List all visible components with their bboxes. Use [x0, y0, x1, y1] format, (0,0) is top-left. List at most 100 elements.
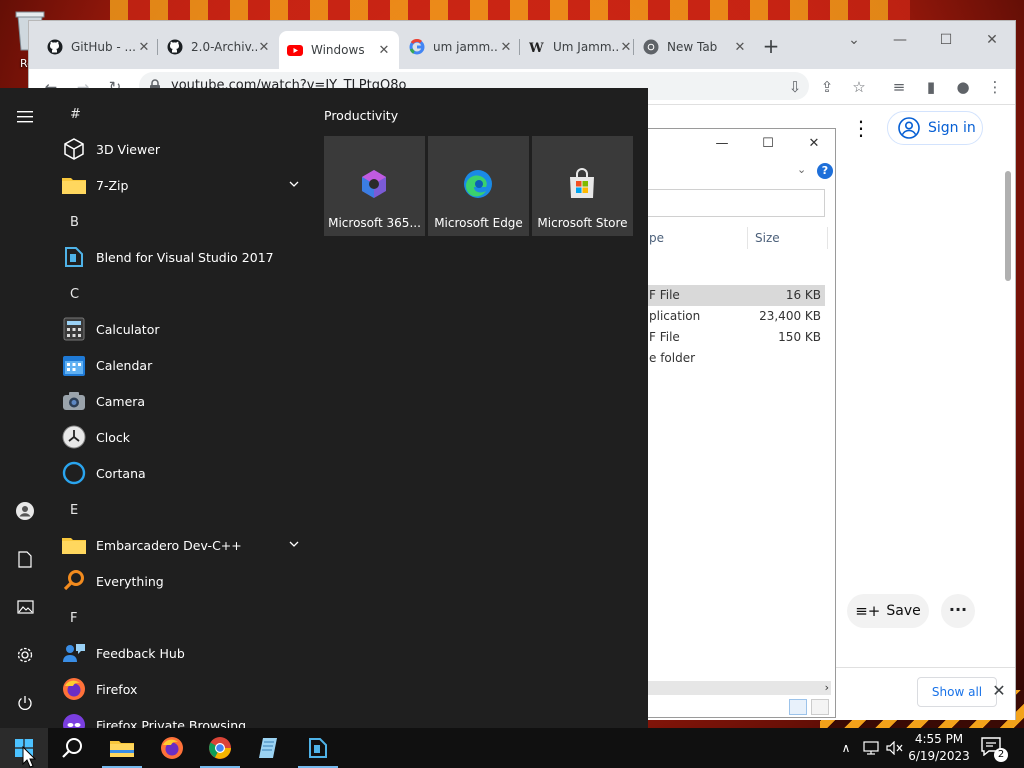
settings-gear-icon[interactable]	[10, 640, 40, 670]
page-scrollbar[interactable]	[1003, 121, 1013, 681]
new-tab-button[interactable]: +	[759, 35, 783, 59]
app-camera[interactable]: Camera	[60, 384, 314, 418]
letter-header[interactable]: #	[70, 104, 81, 126]
ribbon-expand-icon[interactable]: ⌄	[797, 163, 811, 177]
media-control-icon[interactable]: ≡	[887, 75, 911, 99]
details-view-icon[interactable]	[789, 699, 807, 715]
minimize-button[interactable]: —	[707, 133, 737, 155]
column-separator[interactable]	[827, 227, 828, 249]
github-icon	[167, 39, 183, 55]
download-icon[interactable]: ⇩	[783, 75, 807, 99]
close-download-bar-icon[interactable]: ✕	[989, 681, 1009, 701]
close-tab-icon[interactable]: ✕	[137, 40, 151, 55]
taskbar-chrome[interactable]	[196, 728, 244, 768]
profile-icon[interactable]: ●	[951, 75, 975, 99]
app-label: Firefox	[96, 681, 138, 697]
blend-icon	[60, 243, 88, 271]
app-firefox-private[interactable]: Firefox Private Browsing	[60, 708, 314, 728]
camera-icon	[60, 387, 88, 415]
taskbar-blend[interactable]	[294, 728, 342, 768]
system-clock[interactable]: 4:55 PM 6/19/2023	[904, 731, 974, 765]
search-icon	[62, 738, 82, 758]
chrome-menu-icon[interactable]: ⋮	[983, 75, 1007, 99]
column-separator[interactable]	[747, 227, 748, 249]
app-embarcadero[interactable]: Embarcadero Dev-C++	[60, 528, 314, 562]
taskbar-file-explorer[interactable]	[98, 728, 146, 768]
scroll-right-icon[interactable]: ›	[825, 681, 829, 694]
app-feedback-hub[interactable]: Feedback Hub	[60, 636, 314, 670]
tab-google[interactable]: um jamm... ✕	[401, 33, 521, 61]
column-size[interactable]: Size	[755, 227, 780, 249]
column-type[interactable]: pe	[649, 227, 664, 249]
start-rail	[0, 88, 50, 728]
tab-new-tab[interactable]: New Tab ✕	[635, 33, 755, 61]
maximize-button[interactable]: ☐	[923, 27, 969, 53]
maximize-button[interactable]: ☐	[753, 133, 783, 155]
calendar-icon	[60, 351, 88, 379]
chevron-down-icon[interactable]	[288, 178, 300, 190]
youtube-menu-icon[interactable]: ⋮	[851, 117, 871, 139]
tile-label: Microsoft Store	[537, 216, 628, 230]
calculator-icon	[60, 315, 88, 343]
large-icons-view-icon[interactable]	[811, 699, 829, 715]
bookmark-star-icon[interactable]: ☆	[847, 75, 871, 99]
app-label: Firefox Private Browsing	[96, 717, 247, 729]
pictures-icon[interactable]	[10, 592, 40, 622]
tab-title: Um Jamm...	[553, 40, 619, 54]
close-window-button[interactable]: ✕	[969, 27, 1015, 53]
app-7-zip[interactable]: 7-Zip	[60, 168, 314, 202]
close-tab-icon[interactable]: ✕	[733, 40, 747, 55]
close-tab-icon[interactable]: ✕	[619, 40, 633, 55]
close-window-button[interactable]: ✕	[799, 133, 829, 155]
action-center-button[interactable]: 2	[980, 736, 1008, 762]
share-icon[interactable]: ⇪	[815, 75, 839, 99]
chevron-down-icon[interactable]	[288, 538, 300, 550]
scrollbar-thumb[interactable]	[1005, 171, 1011, 281]
close-tab-icon[interactable]: ✕	[377, 43, 391, 58]
tile-group-title[interactable]: Productivity	[324, 108, 398, 123]
help-icon[interactable]: ?	[817, 163, 833, 179]
volume-muted-icon[interactable]	[884, 728, 906, 768]
network-icon[interactable]	[860, 728, 882, 768]
power-icon[interactable]	[10, 688, 40, 718]
app-cortana[interactable]: Cortana	[60, 456, 314, 490]
folder-icon	[110, 741, 134, 757]
taskbar-notepad[interactable]	[244, 728, 292, 768]
letter-header[interactable]: F	[70, 608, 77, 630]
tab-github[interactable]: GitHub - ... ✕	[39, 33, 159, 61]
tile-microsoft-store[interactable]: Microsoft Store	[532, 136, 633, 236]
search-button[interactable]	[48, 728, 96, 768]
app-label: Everything	[96, 573, 164, 589]
tab-search-chevron-icon[interactable]: ⌄	[831, 27, 877, 53]
app-calendar[interactable]: Calendar	[60, 348, 314, 382]
user-account-icon[interactable]	[10, 496, 40, 526]
show-hidden-icons-chevron[interactable]: ∧	[836, 728, 856, 768]
app-blend[interactable]: Blend for Visual Studio 2017	[60, 240, 314, 274]
app-3d-viewer[interactable]: 3D Viewer	[60, 132, 314, 166]
show-all-downloads-button[interactable]: Show all	[917, 677, 997, 707]
app-everything[interactable]: Everything	[60, 564, 314, 598]
save-button[interactable]: ≡+ Save	[847, 594, 929, 628]
sign-in-button[interactable]: Sign in	[887, 111, 983, 145]
letter-header[interactable]: C	[70, 284, 79, 306]
letter-header[interactable]: E	[70, 500, 78, 522]
tab-wikipedia[interactable]: W Um Jamm... ✕	[521, 33, 641, 61]
tile-microsoft-edge[interactable]: Microsoft Edge	[428, 136, 529, 236]
app-calculator[interactable]: Calculator	[60, 312, 314, 346]
letter-header[interactable]: B	[70, 212, 79, 234]
minimize-button[interactable]: —	[877, 27, 923, 53]
cortana-icon	[60, 459, 88, 487]
more-actions-button[interactable]: ···	[941, 594, 975, 628]
tab-youtube[interactable]: Windows ✕	[279, 31, 399, 69]
taskbar-firefox[interactable]	[148, 728, 196, 768]
documents-icon[interactable]	[10, 544, 40, 574]
tab-archive[interactable]: 2.0-Archiv... ✕	[159, 33, 279, 61]
app-list[interactable]: # 3D Viewer 7-Zip B Blend for Visual Stu…	[50, 88, 314, 728]
app-firefox[interactable]: Firefox	[60, 672, 314, 706]
tile-microsoft-365[interactable]: Microsoft 365...	[324, 136, 425, 236]
side-panel-icon[interactable]: ▮	[919, 75, 943, 99]
close-tab-icon[interactable]: ✕	[257, 40, 271, 55]
hamburger-menu-icon[interactable]	[10, 102, 40, 132]
app-clock[interactable]: Clock	[60, 420, 314, 454]
close-tab-icon[interactable]: ✕	[499, 40, 513, 55]
